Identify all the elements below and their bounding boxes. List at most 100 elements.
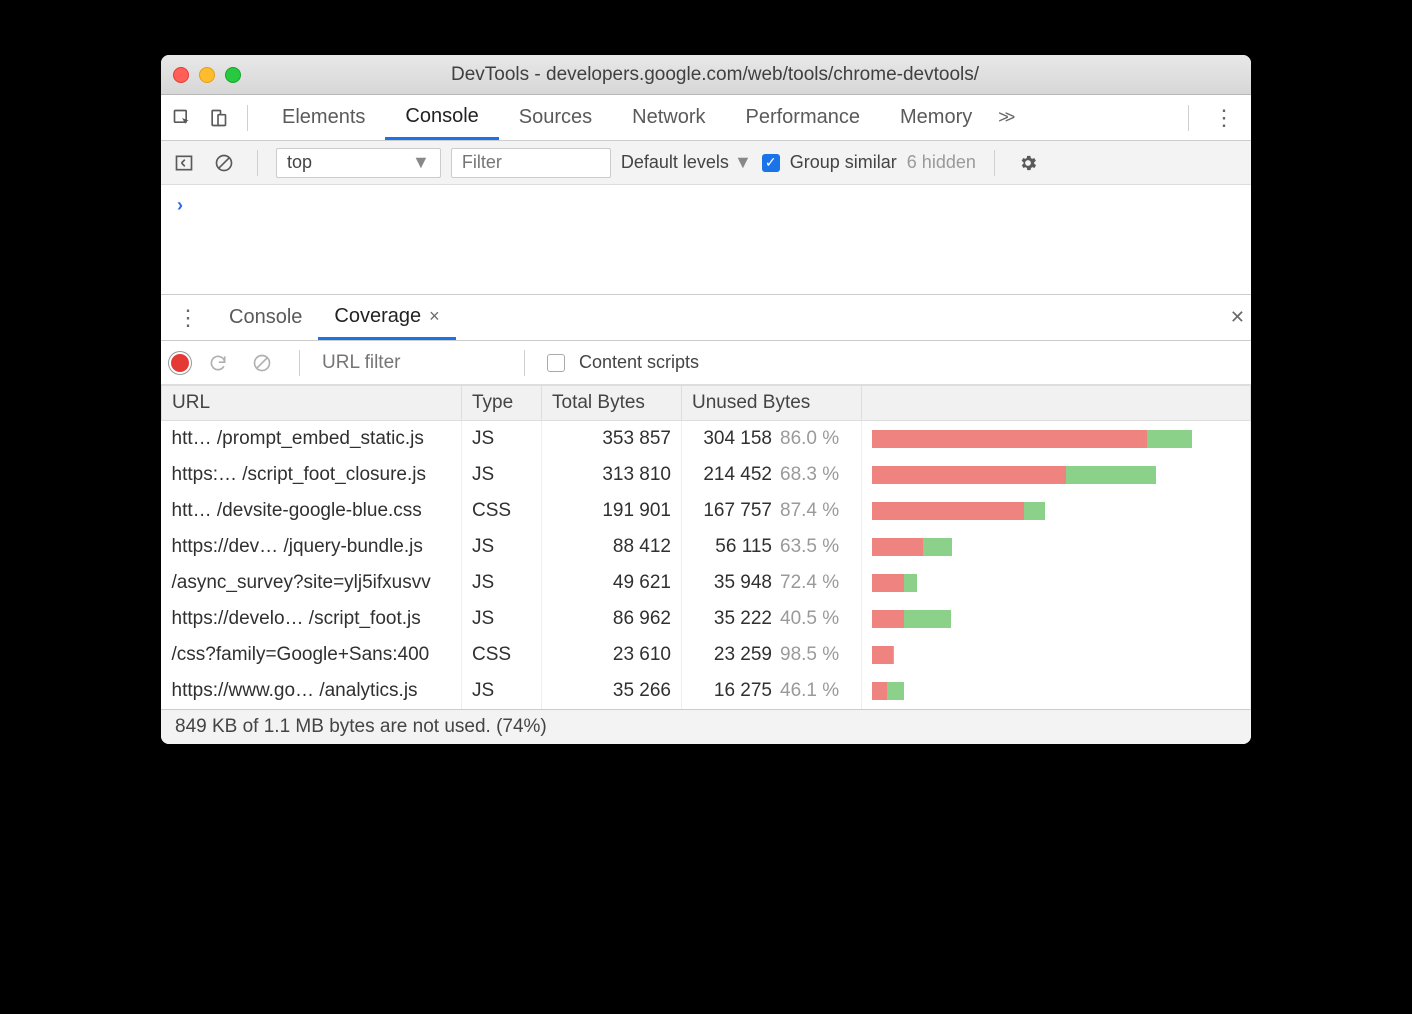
dropdown-icon: ▼ (734, 152, 752, 172)
table-row[interactable]: /css?family=Google+Sans:400CSS23 61023 2… (162, 637, 1251, 673)
table-row[interactable]: https://dev… /jquery-bundle.jsJS88 41256… (162, 529, 1251, 565)
window-title: DevTools - developers.google.com/web/too… (191, 64, 1239, 86)
tab-memory[interactable]: Memory (880, 95, 992, 140)
tab-network[interactable]: Network (612, 95, 725, 140)
coverage-header-row: URL Type Total Bytes Unused Bytes (162, 386, 1251, 421)
clear-console-icon[interactable] (209, 148, 239, 178)
cell-usage-bar (862, 529, 1251, 565)
cell-usage-bar (862, 421, 1251, 457)
console-filter-input[interactable] (451, 148, 611, 178)
cell-type: JS (462, 529, 542, 565)
col-type[interactable]: Type (462, 386, 542, 421)
tab-sources[interactable]: Sources (499, 95, 612, 140)
cell-unused-bytes: 35 94872.4 % (682, 565, 862, 601)
context-value: top (287, 152, 312, 173)
unused-bar-segment (872, 682, 887, 700)
unused-bar-segment (872, 430, 1147, 448)
cell-usage-bar (862, 637, 1251, 673)
col-visualization[interactable] (862, 386, 1251, 421)
cell-type: CSS (462, 637, 542, 673)
cell-total-bytes: 23 610 (542, 637, 682, 673)
cell-total-bytes: 191 901 (542, 493, 682, 529)
drawer-tab-coverage[interactable]: Coverage× (318, 295, 455, 340)
table-row[interactable]: https://develo… /script_foot.jsJS86 9623… (162, 601, 1251, 637)
cell-total-bytes: 313 810 (542, 457, 682, 493)
cell-unused-bytes: 304 15886.0 % (682, 421, 862, 457)
cell-usage-bar (862, 601, 1251, 637)
console-settings-icon[interactable] (1013, 148, 1043, 178)
unused-bar-segment (872, 538, 923, 556)
used-bar-segment (923, 538, 952, 556)
cell-total-bytes: 35 266 (542, 673, 682, 709)
cell-total-bytes: 88 412 (542, 529, 682, 565)
unused-bar-segment (872, 574, 904, 592)
divider (524, 350, 525, 376)
unused-bar-segment (872, 466, 1066, 484)
hidden-messages-count[interactable]: 6 hidden (907, 152, 976, 173)
table-row[interactable]: /async_survey?site=ylj5ifxusvvJS49 62135… (162, 565, 1251, 601)
close-tab-icon[interactable]: × (429, 306, 440, 327)
col-unused[interactable]: Unused Bytes (682, 386, 862, 421)
tab-console[interactable]: Console (385, 95, 498, 140)
unused-bar-segment (872, 646, 893, 664)
tab-performance[interactable]: Performance (726, 95, 881, 140)
cell-url: https:… /script_foot_closure.js (162, 457, 462, 493)
cell-type: JS (462, 673, 542, 709)
close-window-button[interactable] (173, 67, 189, 83)
drawer-tab-console[interactable]: Console (213, 295, 318, 340)
console-prompt-area[interactable]: › (161, 185, 1251, 295)
cell-url: https://develo… /script_foot.js (162, 601, 462, 637)
table-row[interactable]: https:… /script_foot_closure.jsJS313 810… (162, 457, 1251, 493)
close-drawer-icon[interactable]: ✕ (1230, 307, 1245, 328)
cell-usage-bar (862, 673, 1251, 709)
drawer-kebab-icon[interactable]: ⋮ (167, 305, 209, 331)
content-scripts-label: Content scripts (579, 352, 699, 373)
unused-bar-segment (872, 502, 1024, 520)
used-bar-segment (1024, 502, 1046, 520)
cell-url: htt… /prompt_embed_static.js (162, 421, 462, 457)
execution-context-select[interactable]: top ▼ (276, 148, 441, 178)
titlebar: DevTools - developers.google.com/web/too… (161, 55, 1251, 95)
cell-unused-bytes: 167 75787.4 % (682, 493, 862, 529)
col-total[interactable]: Total Bytes (542, 386, 682, 421)
table-row[interactable]: https://www.go… /analytics.jsJS35 26616 … (162, 673, 1251, 709)
cell-usage-bar (862, 565, 1251, 601)
cell-unused-bytes: 214 45268.3 % (682, 457, 862, 493)
log-levels-select[interactable]: Default levels ▼ (621, 152, 752, 173)
divider (257, 150, 258, 176)
coverage-url-filter-input[interactable] (322, 352, 502, 374)
divider (1188, 105, 1189, 131)
coverage-toolbar: Content scripts (161, 341, 1251, 385)
used-bar-segment (904, 610, 951, 628)
used-bar-segment (887, 682, 904, 700)
cell-url: /async_survey?site=ylj5ifxusvv (162, 565, 462, 601)
table-row[interactable]: htt… /prompt_embed_static.jsJS353 857304… (162, 421, 1251, 457)
record-button[interactable] (171, 354, 189, 372)
used-bar-segment (1147, 430, 1192, 448)
reload-icon[interactable] (203, 348, 233, 378)
col-url[interactable]: URL (162, 386, 462, 421)
tab-elements[interactable]: Elements (262, 95, 385, 140)
console-toolbar: top ▼ Default levels ▼ ✓ Group similar 6… (161, 141, 1251, 185)
clear-coverage-icon[interactable] (247, 348, 277, 378)
cell-type: CSS (462, 493, 542, 529)
divider (247, 105, 248, 131)
cell-usage-bar (862, 493, 1251, 529)
inspect-element-icon[interactable] (167, 103, 197, 133)
cell-unused-bytes: 16 27546.1 % (682, 673, 862, 709)
prompt-caret-icon: › (177, 195, 183, 215)
show-console-sidebar-icon[interactable] (169, 148, 199, 178)
table-row[interactable]: htt… /devsite-google-blue.cssCSS191 9011… (162, 493, 1251, 529)
content-scripts-checkbox[interactable] (547, 354, 565, 372)
devtools-window: DevTools - developers.google.com/web/too… (161, 55, 1251, 744)
cell-unused-bytes: 35 22240.5 % (682, 601, 862, 637)
used-bar-segment (1066, 466, 1156, 484)
cell-type: JS (462, 457, 542, 493)
group-similar-checkbox[interactable]: ✓ (762, 154, 780, 172)
device-toolbar-icon[interactable] (203, 103, 233, 133)
group-similar-label: Group similar (790, 152, 897, 173)
kebab-menu-icon[interactable]: ⋮ (1203, 105, 1245, 131)
coverage-status-bar: 849 KB of 1.1 MB bytes are not used. (74… (161, 709, 1251, 744)
coverage-table: URL Type Total Bytes Unused Bytes htt… /… (161, 385, 1251, 709)
overflow-tabs-icon[interactable]: >> (998, 107, 1011, 128)
